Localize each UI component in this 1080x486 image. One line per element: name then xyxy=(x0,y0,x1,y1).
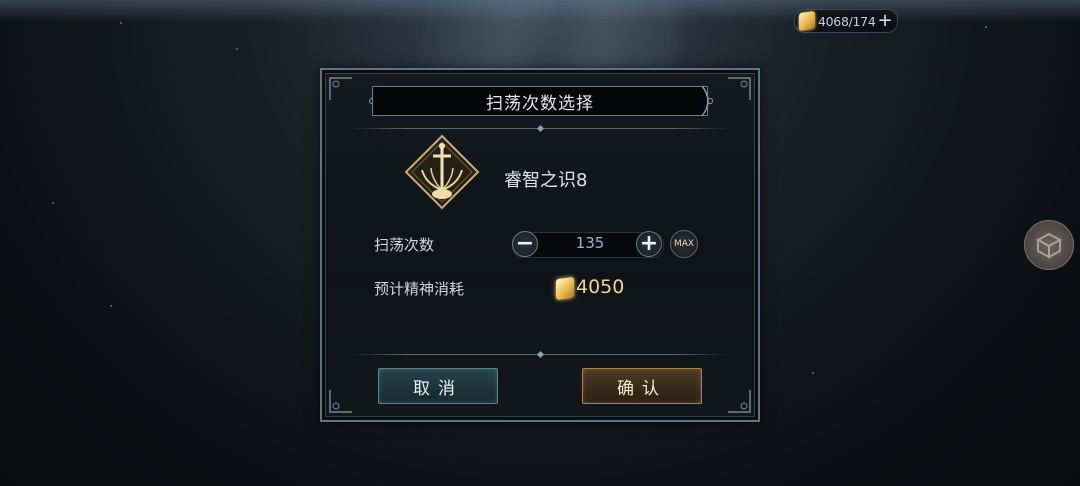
corner-ornament xyxy=(329,77,352,100)
currency-value: 4068/174 xyxy=(818,13,876,29)
sweep-count-label: 扫荡次数 xyxy=(374,236,435,254)
divider-dot xyxy=(536,124,545,133)
decrease-button[interactable]: − xyxy=(512,231,538,257)
cube-icon xyxy=(1035,232,1063,259)
corner-ornament xyxy=(728,390,751,413)
background-speck xyxy=(985,26,987,28)
cancel-button[interactable]: 取消 xyxy=(378,368,498,404)
gold-crystal-icon xyxy=(798,10,816,32)
dialog-title-bar: 扫荡次数选择 xyxy=(372,86,708,116)
sweep-count-value: 135 xyxy=(575,234,605,252)
background-speck xyxy=(236,48,238,50)
max-button[interactable]: MAX xyxy=(670,230,698,258)
sweep-dialog: 扫荡次数选择 睿智之识8 扫荡次数 − 135 + MAX 预计精神消耗 405… xyxy=(320,68,760,422)
item-name: 睿智之识8 xyxy=(504,170,588,191)
background-speck xyxy=(120,22,122,24)
increase-button[interactable]: + xyxy=(636,231,662,257)
corner-ornament xyxy=(728,77,751,100)
background-speck xyxy=(110,305,112,307)
confirm-button[interactable]: 确认 xyxy=(582,368,702,404)
cost-label: 预计精神消耗 xyxy=(374,280,465,298)
background-speck xyxy=(52,202,54,204)
side-cube-button[interactable] xyxy=(1024,220,1074,270)
currency-bar[interactable]: 4068/174 + xyxy=(794,9,898,33)
sword-emblem-icon xyxy=(404,134,480,210)
cost-value: 4050 xyxy=(576,276,625,298)
gold-crystal-icon xyxy=(555,276,575,301)
divider-dot xyxy=(536,350,545,359)
corner-ornament xyxy=(329,390,352,413)
currency-add-button[interactable]: + xyxy=(877,12,892,30)
background-speck xyxy=(812,372,814,374)
dialog-title: 扫荡次数选择 xyxy=(486,93,594,114)
title-ornament-right xyxy=(701,85,713,117)
